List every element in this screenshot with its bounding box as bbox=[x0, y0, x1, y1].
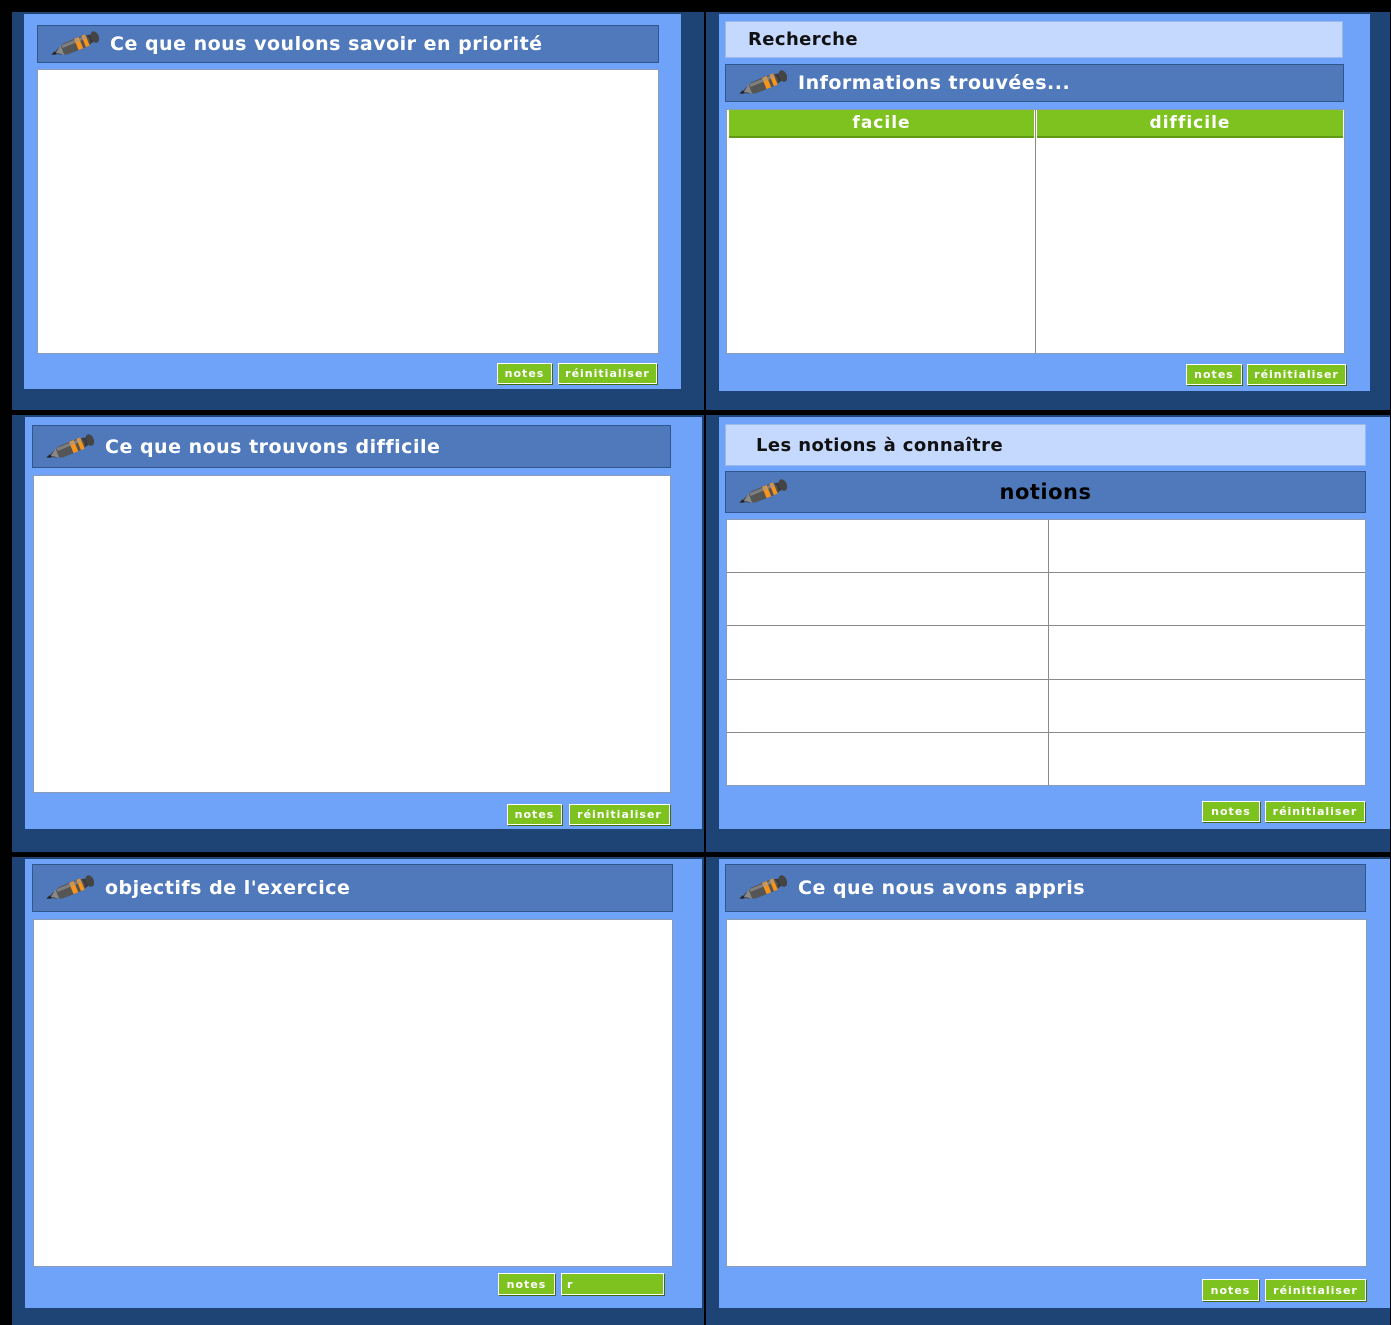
panel-difficult-header: Ce que nous trouvons difficile bbox=[32, 425, 671, 468]
panel-notions: Les notions à connaître notions notes ré… bbox=[706, 415, 1390, 852]
notes-button[interactable]: notes bbox=[507, 804, 562, 825]
column-header-difficult: difficile bbox=[1037, 110, 1343, 138]
reset-button[interactable]: réinitialiser bbox=[558, 363, 657, 384]
column-header-easy: facile bbox=[729, 110, 1034, 138]
panel-learned-header: Ce que nous avons appris bbox=[725, 864, 1366, 912]
panel-objectives-title: objectifs de l'exercice bbox=[105, 877, 351, 899]
panel-notions-title: notions bbox=[999, 480, 1092, 504]
panel-research-header: Informations trouvées... bbox=[725, 64, 1344, 102]
difficult-text-area[interactable] bbox=[33, 475, 671, 793]
reset-button[interactable]: réinitialiser bbox=[1247, 364, 1346, 385]
panel-difficult: Ce que nous trouvons difficile notes réi… bbox=[12, 415, 704, 852]
panel-learned-title: Ce que nous avons appris bbox=[798, 877, 1086, 899]
notes-button[interactable]: notes bbox=[1202, 801, 1260, 822]
panel-notions-header: notions bbox=[725, 471, 1366, 513]
pen-icon bbox=[41, 873, 99, 903]
panel-objectives: objectifs de l'exercice notes r bbox=[12, 857, 704, 1325]
panel-research-title: Informations trouvées... bbox=[798, 72, 1071, 94]
panel-difficult-title: Ce que nous trouvons difficile bbox=[105, 435, 441, 458]
reset-button[interactable]: réinitialiser bbox=[1265, 1279, 1366, 1301]
pen-icon bbox=[734, 873, 792, 903]
panel-priority-title: Ce que nous voulons savoir en priorité bbox=[110, 33, 543, 55]
pen-icon bbox=[41, 432, 99, 462]
panel-learned: Ce que nous avons appris notes réinitial… bbox=[706, 857, 1390, 1325]
research-table[interactable]: facile difficile bbox=[726, 109, 1345, 354]
objectives-text-area[interactable] bbox=[33, 919, 673, 1267]
priority-text-area[interactable] bbox=[37, 69, 659, 354]
pen-icon bbox=[46, 29, 104, 59]
reset-button[interactable]: r bbox=[561, 1273, 664, 1295]
notions-section-title: Les notions à connaître bbox=[756, 434, 1004, 456]
research-section-title: Recherche bbox=[748, 29, 858, 50]
notes-button[interactable]: notes bbox=[498, 1273, 555, 1295]
learned-text-area[interactable] bbox=[726, 919, 1367, 1267]
notes-button[interactable]: notes bbox=[1186, 364, 1242, 385]
reset-button[interactable]: réinitialiser bbox=[1265, 801, 1365, 822]
panel-priority: Ce que nous voulons savoir en priorité n… bbox=[12, 12, 704, 410]
panel-objectives-header: objectifs de l'exercice bbox=[32, 864, 673, 912]
pen-icon bbox=[734, 68, 792, 98]
notes-button[interactable]: notes bbox=[1202, 1279, 1259, 1301]
notions-table[interactable] bbox=[726, 519, 1366, 786]
reset-button[interactable]: réinitialiser bbox=[569, 804, 670, 825]
panel-research: Recherche Informations trouvées... facil… bbox=[706, 12, 1390, 410]
notes-button[interactable]: notes bbox=[497, 363, 552, 384]
research-section-bar: Recherche bbox=[725, 21, 1343, 58]
panel-priority-header: Ce que nous voulons savoir en priorité bbox=[37, 25, 659, 63]
notions-section-bar: Les notions à connaître bbox=[725, 424, 1366, 466]
